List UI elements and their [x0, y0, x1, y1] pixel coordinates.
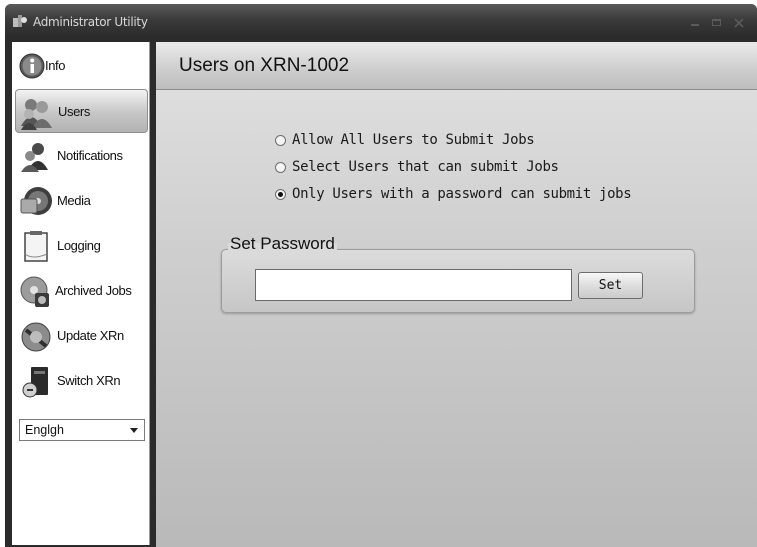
sidebar-item-update-xrn[interactable]: Update XRn — [15, 314, 148, 358]
sidebar-item-info[interactable]: Info — [15, 44, 148, 88]
set-password-legend: Set Password — [228, 234, 337, 254]
close-button[interactable] — [731, 16, 747, 28]
sidebar-item-label: Update XRn — [57, 328, 124, 343]
radio-button[interactable] — [275, 189, 286, 200]
sidebar-item-label: Users — [58, 104, 90, 119]
chevron-down-icon — [130, 428, 138, 433]
page-header: Users on XRN-1002 — [156, 42, 757, 90]
maximize-button[interactable] — [709, 16, 725, 28]
sidebar-item-media[interactable]: Media — [15, 179, 148, 223]
radio-label: Only Users with a password can submit jo… — [292, 186, 632, 202]
maximize-icon — [712, 19, 721, 26]
language-select-value: Englgh — [25, 423, 64, 437]
main-panel: Users on XRN-1002 Allow All Users to Sub… — [156, 42, 757, 547]
title-bar[interactable]: Administrator Utility — [5, 4, 757, 38]
notifications-icon — [21, 143, 48, 172]
window-title: Administrator Utility — [33, 15, 148, 29]
set-password-button[interactable]: Set — [578, 272, 643, 299]
logging-icon — [24, 231, 48, 262]
sidebar-item-label: Info — [45, 58, 66, 73]
update-icon — [21, 322, 51, 352]
close-icon — [734, 18, 744, 28]
users-icon — [21, 99, 52, 130]
sidebar-item-notifications[interactable]: Notifications — [15, 134, 148, 178]
archived-jobs-icon — [20, 276, 49, 307]
sidebar-item-users[interactable]: Users — [15, 89, 148, 133]
radio-label: Select Users that can submit Jobs — [292, 159, 559, 175]
app-logo-icon — [13, 15, 27, 27]
language-select[interactable]: Englgh — [19, 419, 145, 441]
sidebar-item-label: Archived Jobs — [55, 283, 132, 298]
sidebar-item-switch-xrn[interactable]: Switch XRn — [15, 359, 148, 403]
app-window: Administrator Utility Info Users Notific… — [5, 4, 757, 547]
sidebar-item-label: Notifications — [57, 148, 123, 163]
page-title: Users on XRN-1002 — [179, 55, 350, 76]
media-icon — [20, 187, 52, 215]
sidebar-item-label: Media — [57, 193, 91, 208]
password-input[interactable] — [255, 269, 572, 301]
sidebar: Info Users Notifications Media Logging A… — [12, 42, 150, 545]
radio-button[interactable] — [275, 162, 286, 173]
sidebar-item-logging[interactable]: Logging — [15, 224, 148, 268]
sidebar-item-archived-jobs[interactable]: Archived Jobs — [15, 269, 148, 313]
minimize-button[interactable] — [687, 16, 703, 28]
radio-label: Allow All Users to Submit Jobs — [292, 132, 535, 148]
switch-icon — [22, 367, 48, 398]
sidebar-item-label: Logging — [57, 238, 101, 253]
radio-button[interactable] — [275, 135, 286, 146]
minimize-icon — [691, 24, 699, 26]
sidebar-item-label: Switch XRn — [57, 373, 121, 388]
